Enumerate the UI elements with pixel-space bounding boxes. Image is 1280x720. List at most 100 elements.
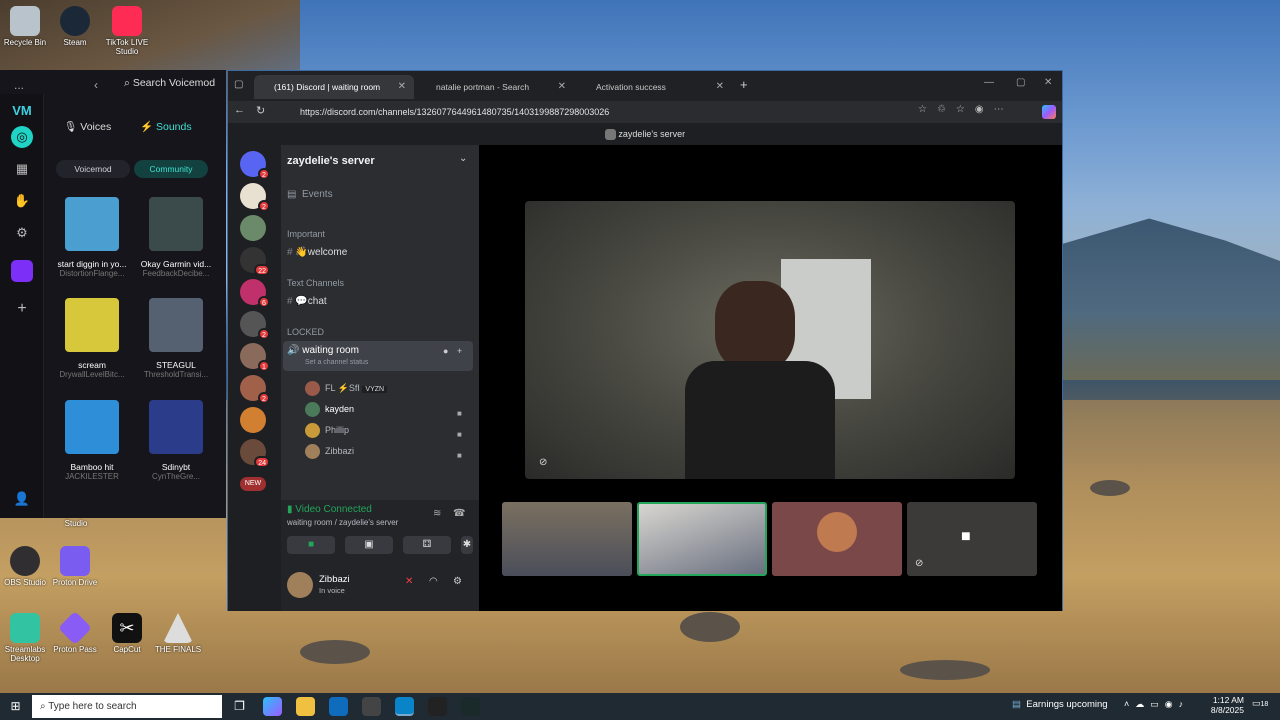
participant-camera-off-tile[interactable]: ■ ⊘: [907, 502, 1037, 576]
events-item[interactable]: ▤ Events: [287, 189, 333, 200]
unread-badge: 2: [258, 168, 270, 180]
user-icon[interactable]: 👤: [11, 488, 33, 510]
sound-tile[interactable]: Sdinybt CynTheGre...: [140, 400, 212, 481]
toolbar-icons[interactable]: ☆♲☆◉⋯: [918, 104, 1014, 115]
tab-search[interactable]: natalie portman - Search ✕: [416, 75, 574, 99]
new-tab-button[interactable]: +: [740, 77, 748, 92]
close-window-button[interactable]: ✕: [1044, 77, 1052, 88]
tab-actions-icon[interactable]: ▢: [234, 79, 243, 90]
server-icon[interactable]: 24: [240, 439, 270, 468]
noise-suppression-icon[interactable]: ≋: [433, 508, 441, 519]
chat-bubble-icon[interactable]: ●: [443, 346, 448, 356]
participant-avatar-tile[interactable]: [772, 502, 902, 576]
sound-tile[interactable]: scream DrywallLevelBitc...: [56, 298, 128, 379]
hand-icon[interactable]: ✋: [11, 190, 33, 212]
task-view-icon[interactable]: ❐: [230, 697, 249, 716]
sound-tile[interactable]: Bamboo hit JACKILESTER: [56, 400, 128, 481]
vm-tab-voices[interactable]: 🎙 Voices: [64, 120, 111, 133]
server-icon[interactable]: 2: [240, 311, 270, 340]
tab-discord[interactable]: (161) Discord | waiting room ✕: [254, 75, 414, 99]
gear-icon[interactable]: ⚙: [453, 576, 462, 587]
close-icon[interactable]: ✕: [398, 75, 406, 99]
server-icon[interactable]: [240, 407, 266, 433]
server-icon[interactable]: 22: [240, 247, 270, 276]
outlook-icon[interactable]: [329, 697, 348, 716]
category-locked[interactable]: LOCKED: [287, 327, 324, 337]
vm-menu-dots[interactable]: ...: [14, 78, 24, 92]
weather-widget[interactable]: ▤ Earnings upcoming: [1012, 699, 1108, 710]
voice-member[interactable]: FL ⚡SfI VYZN: [305, 379, 388, 397]
server-icon[interactable]: 6: [240, 279, 270, 308]
participant-video-tile-speaking[interactable]: [637, 502, 767, 576]
vm-back-arrow-icon[interactable]: ‹: [94, 78, 98, 92]
new-badge[interactable]: NEW: [240, 477, 266, 491]
sound-tile[interactable]: start diggin in yo... DistortionFlange...: [56, 197, 128, 278]
server-icon[interactable]: 1: [240, 343, 270, 372]
chevron-down-icon[interactable]: ⌄: [459, 153, 467, 164]
voice-member[interactable]: Phillip: [305, 421, 349, 439]
voice-member[interactable]: Zibbazi: [305, 442, 354, 460]
voicemod-window: ... ‹ ⌕ Search Voicemod VM ◎ ▦ ✋ ⚙ + 👤 🎙…: [0, 70, 226, 518]
close-icon[interactable]: ✕: [558, 75, 566, 99]
minimize-button[interactable]: —: [984, 77, 994, 88]
channel-waiting-room[interactable]: 🔊 waiting room Set a channel status ● +: [283, 341, 473, 371]
back-arrow-icon[interactable]: ←: [234, 104, 245, 116]
sound-tile[interactable]: Okay Garmin vid... FeedbackDecibe...: [140, 197, 212, 278]
activities-button[interactable]: ⚃: [403, 536, 451, 554]
avatar[interactable]: [287, 572, 313, 598]
app-icon[interactable]: [428, 697, 447, 716]
url-field[interactable]: https://discord.com/channels/13260776449…: [280, 104, 900, 121]
soundboard-button[interactable]: ✱: [461, 536, 473, 554]
terminal-icon[interactable]: [461, 697, 480, 716]
desktop-icon-steam[interactable]: Steam: [45, 6, 105, 47]
gear-icon[interactable]: ⚙: [11, 222, 33, 244]
mic-muted-icon[interactable]: ✕: [405, 576, 413, 587]
voice-member[interactable]: kayden: [305, 400, 354, 418]
discord-home-icon[interactable]: 2: [240, 151, 270, 180]
notification-center[interactable]: ▭18: [1252, 698, 1268, 709]
clock[interactable]: 1:12 AM 8/8/2025: [1206, 695, 1244, 715]
desktop-icon-studio[interactable]: Studio: [46, 519, 106, 528]
participant-video-tile[interactable]: [502, 502, 632, 576]
server-icon[interactable]: 2: [240, 375, 270, 404]
desktop-icon-tiktok[interactable]: TikTok LIVE Studio: [97, 6, 157, 56]
desktop-icon-proton-pass[interactable]: Proton Pass: [45, 611, 105, 654]
user-panel: Zibbazi In voice ✕ ◠ ⚙: [281, 566, 479, 611]
server-icon[interactable]: 2: [240, 183, 270, 212]
compass-icon[interactable]: ◎: [11, 126, 33, 148]
add-member-icon[interactable]: +: [457, 346, 462, 356]
channel-welcome[interactable]: # 👋welcome: [287, 247, 347, 258]
headphones-icon[interactable]: ◠: [429, 576, 438, 587]
desktop-icon-proton-drive[interactable]: Proton Drive: [45, 546, 105, 587]
server-icon[interactable]: [240, 215, 266, 241]
vm-search[interactable]: ⌕ Search Voicemod: [124, 77, 215, 90]
copilot-icon[interactable]: [263, 697, 282, 716]
vm-filter-community[interactable]: Community: [134, 160, 208, 178]
category-text-channels[interactable]: Text Channels: [287, 278, 344, 288]
server-name[interactable]: zaydelie's server: [287, 155, 375, 167]
reload-icon[interactable]: ↻: [256, 104, 265, 117]
close-icon[interactable]: ✕: [716, 75, 724, 99]
desktop-icon-the-finals[interactable]: THE FINALS: [148, 613, 208, 654]
category-important[interactable]: Important: [287, 229, 325, 239]
main-video-feed[interactable]: ⊘: [525, 201, 1015, 479]
edge-icon[interactable]: [395, 697, 414, 716]
sound-tile[interactable]: STEAGUL ThresholdTransi...: [140, 298, 212, 379]
store-icon[interactable]: [362, 697, 381, 716]
screenshare-button[interactable]: ▣: [345, 536, 393, 554]
maximize-button[interactable]: ▢: [1016, 77, 1025, 88]
windows-start-icon[interactable]: ⊞: [6, 697, 25, 716]
copilot-icon[interactable]: [1042, 105, 1056, 119]
vm-filter-voicemod[interactable]: Voicemod: [56, 160, 130, 178]
disconnect-icon[interactable]: ☎: [453, 508, 465, 519]
camera-button[interactable]: ■: [287, 536, 335, 554]
apps-icon[interactable]: ▦: [11, 158, 33, 180]
system-tray-icons[interactable]: ˄☁▭◉♪: [1124, 699, 1189, 710]
add-icon[interactable]: +: [11, 298, 33, 320]
file-explorer-icon[interactable]: [296, 697, 315, 716]
vm-tab-sounds[interactable]: ⚡ Sounds: [140, 120, 192, 133]
channel-chat[interactable]: # 💬chat: [287, 296, 327, 307]
tab-activation[interactable]: Activation success ✕: [576, 75, 732, 99]
taskbar-search[interactable]: ⌕ Type here to search: [32, 695, 222, 718]
soundboard-app-icon[interactable]: [11, 260, 33, 282]
